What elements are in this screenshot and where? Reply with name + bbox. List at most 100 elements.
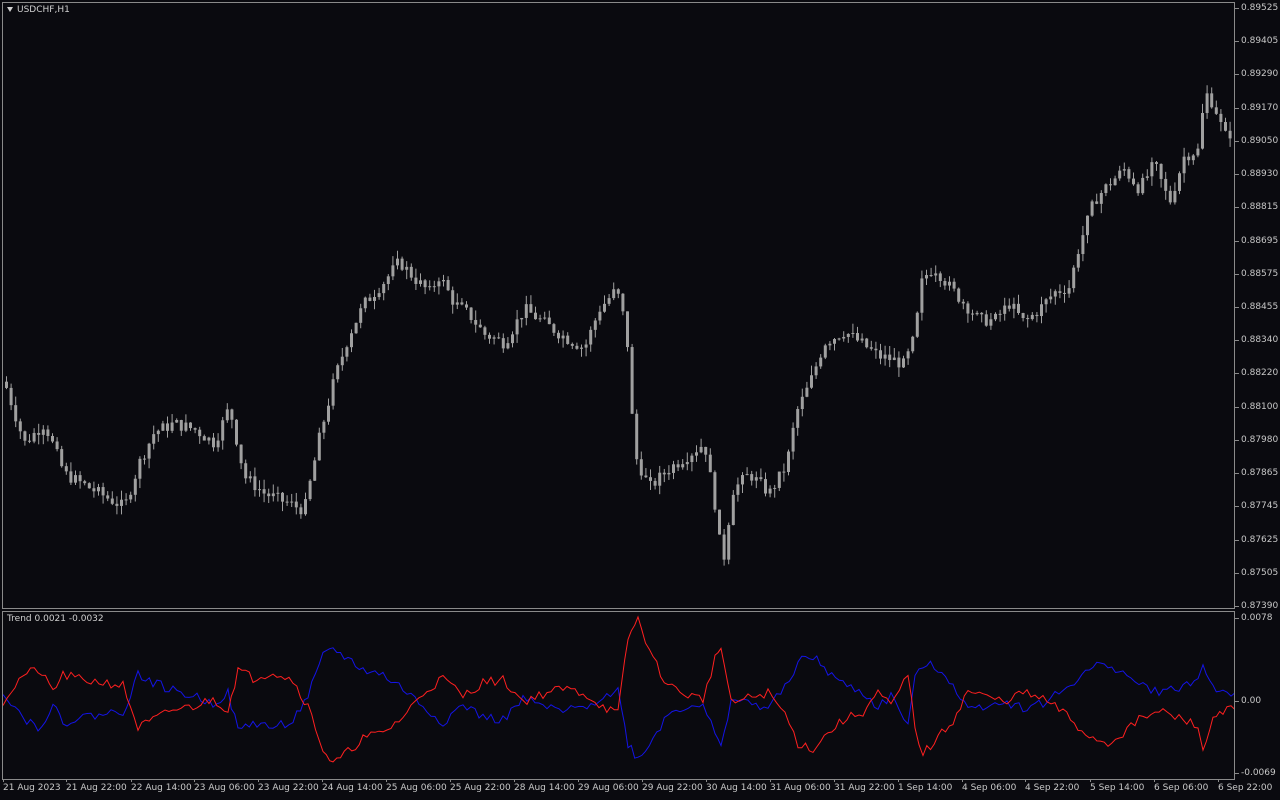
candle-body [846, 333, 850, 337]
price-tick-label: 0.87980 [1241, 434, 1279, 445]
price-tick [1235, 473, 1239, 475]
candle-body [322, 421, 326, 433]
time-tick [514, 779, 515, 782]
candle-body [451, 290, 455, 305]
time-tick-label: 28 Aug 14:00 [514, 783, 575, 793]
candle-body [184, 422, 188, 431]
candle-body [212, 437, 215, 448]
candle-body [869, 347, 873, 349]
candle-body [87, 483, 91, 489]
candle-body [621, 293, 625, 312]
price-tick-label: 0.87625 [1241, 534, 1279, 545]
candle-body [74, 475, 77, 483]
candle-body [1145, 176, 1149, 178]
time-tick [1154, 779, 1155, 782]
indicator-tick [1235, 701, 1239, 702]
candle-body [800, 396, 804, 410]
candle-body [833, 339, 836, 344]
candle-body [920, 278, 924, 313]
candle-body [46, 429, 50, 436]
candle-body [409, 266, 413, 278]
time-tick-label: 4 Sep 06:00 [962, 783, 1017, 793]
candle-body [1127, 169, 1131, 179]
candle-body [101, 487, 105, 496]
candle-body [557, 332, 560, 339]
time-tick [834, 779, 835, 782]
candle-body [78, 475, 82, 482]
candle-body [120, 499, 123, 506]
trend-indicator-chart [3, 615, 1234, 763]
time-tick-label: 21 Aug 2023 [3, 783, 61, 793]
candle-body [1219, 113, 1223, 122]
candle-body [419, 280, 422, 284]
candle-body [1113, 178, 1117, 186]
candle-body [612, 289, 616, 299]
candle-body [166, 423, 169, 431]
candle-body [281, 492, 284, 502]
candle-body [497, 337, 501, 339]
candle-body [603, 303, 606, 312]
candle-body [741, 475, 744, 485]
candle-body [446, 279, 450, 291]
price-tick-label: 0.88575 [1241, 268, 1279, 279]
candle-body [805, 387, 809, 397]
candle-body [1067, 288, 1071, 294]
candle-body [327, 405, 330, 422]
candle-body [690, 455, 694, 463]
candle-body [152, 434, 156, 444]
candle-body [1099, 193, 1103, 204]
candle-body [1049, 296, 1053, 300]
candle-body [768, 488, 772, 494]
candle-body [842, 336, 846, 339]
time-tick [578, 779, 579, 782]
price-tick [1235, 174, 1239, 176]
price-tick-label: 0.89050 [1241, 135, 1279, 146]
candle-body [110, 498, 114, 504]
candle-body [534, 312, 537, 320]
candle-body [147, 443, 151, 459]
candle-body [860, 338, 864, 341]
candle-body [722, 534, 726, 560]
price-tick [1235, 373, 1239, 375]
dropdown-triangle-icon[interactable] [7, 7, 13, 12]
candle-body [1210, 93, 1214, 108]
price-tick-label: 0.87745 [1241, 501, 1279, 512]
candle-body [727, 525, 731, 560]
price-tick-label: 0.88340 [1241, 335, 1279, 346]
candle-body [672, 464, 675, 473]
candle-body [377, 293, 381, 298]
candle-body [1118, 170, 1122, 179]
candle-body [350, 333, 353, 348]
candle-body [580, 347, 583, 349]
candle-body [340, 356, 344, 366]
candle-body [235, 419, 238, 445]
candle-body [667, 472, 671, 475]
candle-body [998, 313, 1002, 315]
candle-body [308, 480, 312, 500]
candle-body [1072, 267, 1076, 289]
candle-body [442, 279, 445, 282]
candle-body [515, 319, 519, 335]
candle-body [952, 281, 956, 289]
time-tick-label: 29 Aug 22:00 [642, 783, 703, 793]
candle-body [1136, 184, 1140, 194]
candle-body [193, 428, 197, 430]
candle-body [948, 281, 951, 286]
candle-body [911, 336, 915, 352]
candle-body [994, 313, 997, 320]
price-chart-pane[interactable]: USDCHF,H1 [2, 2, 1235, 609]
price-tick-label: 0.88100 [1241, 401, 1279, 412]
candle-body [129, 494, 133, 500]
indicator-pane[interactable]: Trend 0.0021 -0.0032 [2, 611, 1235, 780]
price-tick [1235, 340, 1239, 342]
candle-body [32, 432, 36, 442]
candle-body [1168, 190, 1172, 203]
time-tick-label: 25 Aug 06:00 [386, 783, 447, 793]
candle-body [644, 475, 648, 478]
candle-body [92, 488, 96, 492]
candle-body [143, 458, 146, 460]
candle-body [989, 319, 993, 326]
candle-body [501, 338, 505, 349]
candle-body [175, 420, 179, 423]
candle-body [64, 466, 68, 472]
